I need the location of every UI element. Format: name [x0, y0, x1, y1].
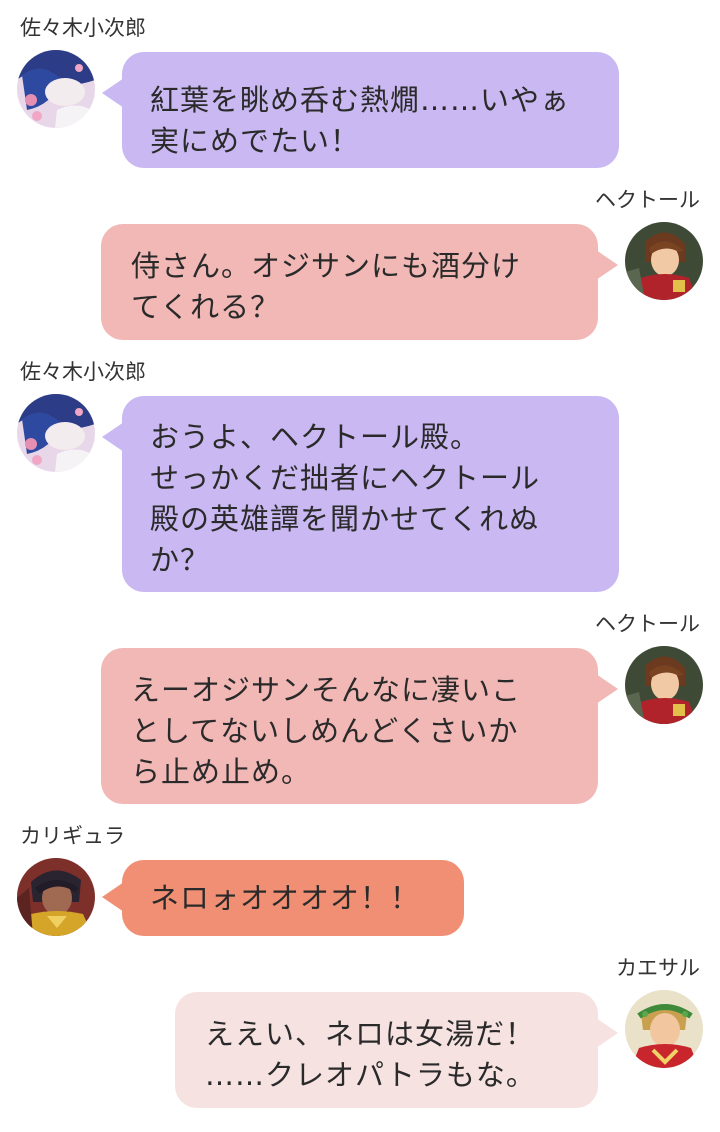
kojiro-avatar-icon[interactable]: [17, 50, 95, 128]
chat-bubble: 紅葉を眺め呑む熱燗……いやぁ 実にめでたい！: [102, 52, 619, 168]
message-line: 紅葉を眺め呑む熱燗……いやぁ: [150, 83, 571, 117]
speaker-name: 佐々木小次郎: [20, 16, 146, 40]
kojiro-avatar-icon[interactable]: [17, 394, 95, 472]
message-line: ら止め止め。: [131, 755, 312, 789]
message-line: 実にめでたい！: [150, 124, 361, 158]
chat-bubble: 侍さん。オジサンにも酒分け てくれる？: [101, 224, 618, 340]
chat-bubble: えーオジサンそんなに凄いこ としてないしめんどくさいか ら止め止め。: [101, 648, 618, 804]
message-line: ええい、ネロは女湯だ！: [205, 1017, 536, 1051]
caesar-avatar-icon[interactable]: [625, 990, 703, 1068]
caligula-avatar-icon[interactable]: [17, 858, 95, 936]
hector-avatar-icon[interactable]: [625, 646, 703, 724]
speaker-name: ヘクトール: [595, 612, 700, 636]
speaker-name: カリギュラ: [20, 824, 125, 848]
speaker-name: ヘクトール: [595, 188, 700, 212]
message-line: ネロォオオオオ！！: [150, 881, 421, 915]
speaker-name: 佐々木小次郎: [20, 360, 146, 384]
chat-bubble: ええい、ネロは女湯だ！ ……クレオパトラもな。: [175, 992, 618, 1108]
message-line: おうよ、ヘクトール殿。: [150, 420, 481, 454]
message-line: 殿の英雄譚を聞かせてくれぬ: [150, 502, 540, 536]
message-line: ……クレオパトラもな。: [205, 1058, 536, 1092]
chat-bubble: おうよ、ヘクトール殿。 せっかくだ拙者にヘクトール 殿の英雄譚を聞かせてくれぬ …: [102, 396, 619, 592]
message-line: としてないしめんどくさいか: [131, 714, 519, 748]
message-line: か？: [150, 543, 211, 577]
chat-bubble: ネロォオオオオ！！: [102, 860, 464, 936]
message-line: 侍さん。オジサンにも酒分け: [131, 249, 522, 283]
message-line: てくれる？: [131, 290, 281, 324]
hector-avatar-icon[interactable]: [625, 222, 703, 300]
speaker-name: カエサル: [616, 956, 700, 980]
message-line: えーオジサンそんなに凄いこ: [131, 673, 522, 707]
message-line: せっかくだ拙者にヘクトール: [150, 461, 541, 495]
